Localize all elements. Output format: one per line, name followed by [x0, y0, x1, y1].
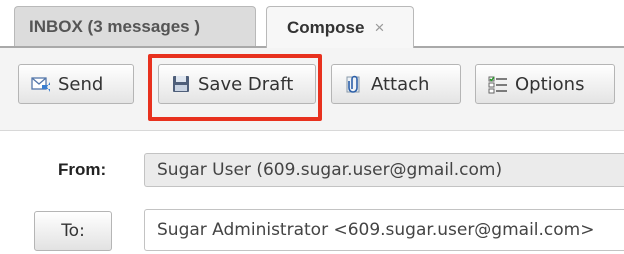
send-label: Send — [58, 73, 104, 95]
to-button-label: To: — [61, 221, 85, 241]
send-button[interactable]: Send — [18, 64, 134, 104]
from-field[interactable]: Sugar User (609.sugar.user@gmail.com) — [144, 153, 624, 187]
send-icon — [31, 77, 50, 92]
close-icon[interactable]: × — [374, 18, 384, 38]
options-button[interactable]: Options — [475, 64, 615, 104]
to-button[interactable]: To: — [34, 211, 112, 251]
paperclip-icon — [346, 75, 360, 93]
from-label: From: — [58, 160, 107, 179]
to-value: Sugar Administrator <609.sugar.user@gmai… — [157, 220, 595, 240]
tab-strip: INBOX (3 messages ) Compose × — [0, 0, 624, 48]
to-field[interactable]: Sugar Administrator <609.sugar.user@gmai… — [144, 209, 624, 251]
save-draft-highlight — [148, 54, 322, 121]
attach-button[interactable]: Attach — [331, 64, 461, 104]
tab-inbox-label: INBOX (3 messages ) — [29, 16, 201, 36]
tab-inbox[interactable]: INBOX (3 messages ) — [14, 6, 256, 46]
tab-compose[interactable]: Compose × — [266, 6, 414, 48]
attach-label: Attach — [371, 73, 430, 95]
options-checklist-icon — [488, 76, 507, 94]
options-label: Options — [515, 73, 585, 95]
from-value: Sugar User (609.sugar.user@gmail.com) — [157, 160, 503, 180]
tab-compose-label: Compose — [287, 17, 365, 37]
